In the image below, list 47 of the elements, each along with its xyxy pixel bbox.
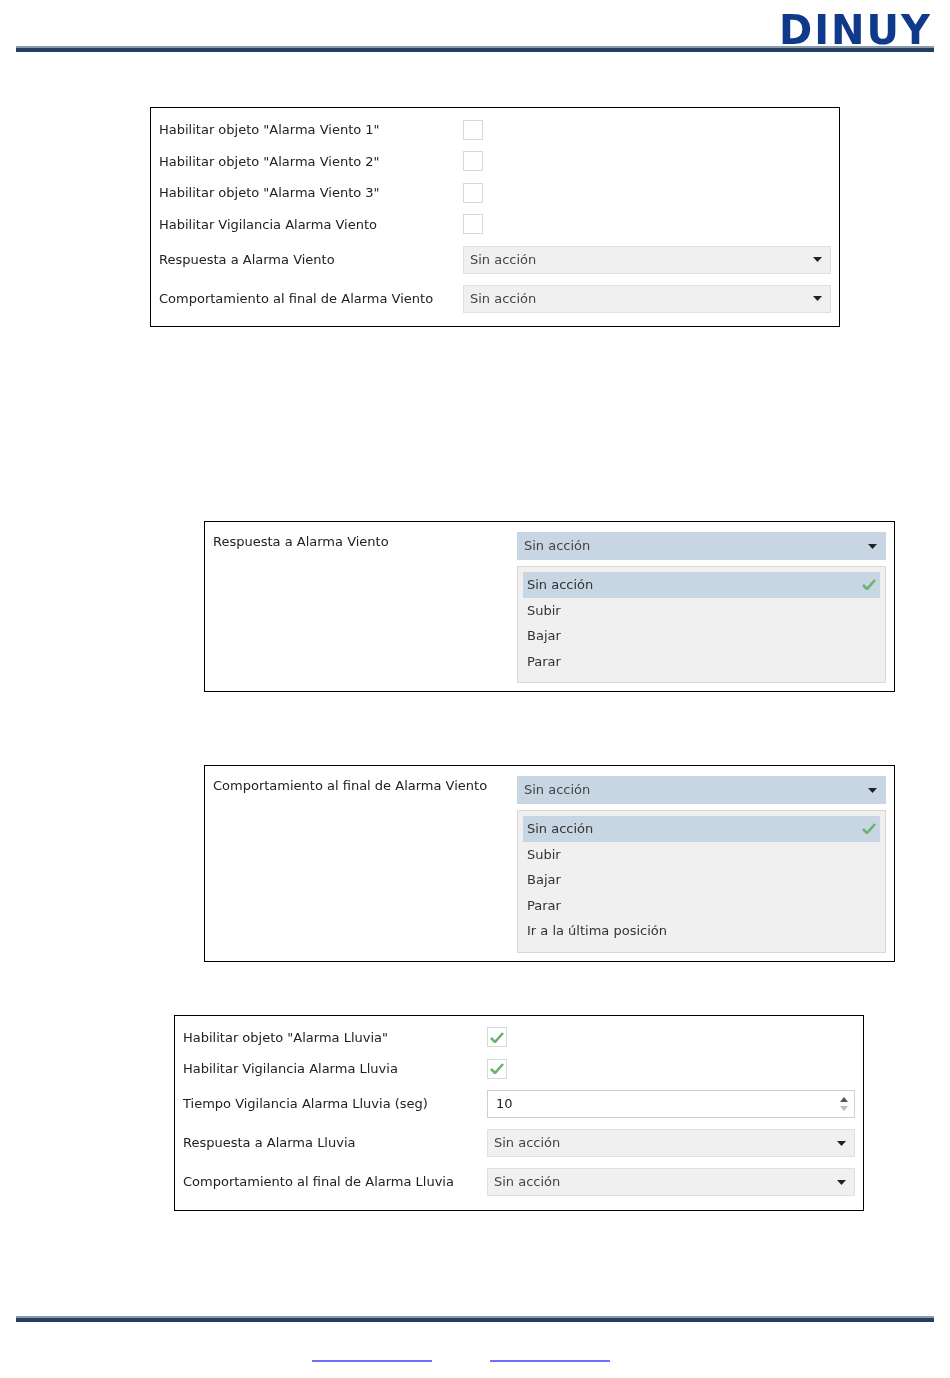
checkbox[interactable] [487,1027,507,1048]
checkbox[interactable] [463,182,483,203]
dropdown-option[interactable]: Sin acción [523,816,880,842]
field-label: Habilitar objeto "Alarma Viento 3" [159,184,381,202]
link-underline[interactable] [312,1359,432,1362]
dropdown-option[interactable]: Subir [523,597,880,623]
caret-icon [813,296,822,301]
dropdown-select[interactable]: Sin acción [463,284,831,313]
dropdown-select[interactable]: Sin acción [517,532,886,560]
field-label: Habilitar objeto "Alarma Viento 1" [159,121,381,139]
field-label: Habilitar objeto "Alarma Lluvia" [183,1028,390,1047]
field-label: Comportamiento al final de Alarma Viento [213,777,489,795]
checkbox[interactable] [463,214,483,235]
link-underline[interactable] [490,1359,610,1362]
checkbox[interactable] [463,119,483,140]
dropdown-select[interactable]: Sin acción [487,1168,855,1196]
field-label: Habilitar Vigilancia Alarma Viento [159,215,378,234]
dropdown-option[interactable]: Parar [523,648,880,674]
caret-icon [868,543,877,549]
caret-icon [837,1179,846,1185]
number-field[interactable]: 10 [487,1090,855,1118]
dropdown-option[interactable]: Bajar [523,623,880,649]
check-icon [862,823,876,835]
dropdown-select[interactable]: Sin acción [463,245,831,274]
dropdown-select[interactable]: Sin acción [487,1129,855,1157]
caret-icon [868,787,877,793]
spinner-icon [840,1096,848,1112]
field-label: Comportamiento al final de Alarma Viento [159,289,435,308]
field-label: Habilitar Vigilancia Alarma Lluvia [183,1060,399,1078]
checkbox[interactable] [463,151,483,172]
dropdown-option[interactable]: Ir a la última posición [523,918,880,944]
checkbox[interactable] [487,1058,507,1079]
field-label: Habilitar objeto "Alarma Viento 2" [159,152,381,171]
field-label: Comportamiento al final de Alarma Lluvia [183,1173,455,1192]
dropdown-option[interactable]: Parar [523,892,880,918]
field-label: Tiempo Vigilancia Alarma Lluvia (seg) [183,1095,429,1114]
dropdown-option[interactable]: Sin acción [523,572,880,598]
dropdown-select[interactable]: Sin acción [517,776,886,804]
caret-icon [837,1140,846,1146]
dropdown-option[interactable]: Bajar [523,867,880,893]
dropdown-option[interactable]: Subir [523,841,880,867]
field-label: Respuesta a Alarma Viento [213,533,390,551]
check-icon [862,579,876,591]
caret-icon [813,257,822,262]
company-logo: DINUY [779,10,932,50]
field-label: Respuesta a Alarma Lluvia [183,1134,357,1153]
field-label: Respuesta a Alarma Viento [159,250,336,269]
